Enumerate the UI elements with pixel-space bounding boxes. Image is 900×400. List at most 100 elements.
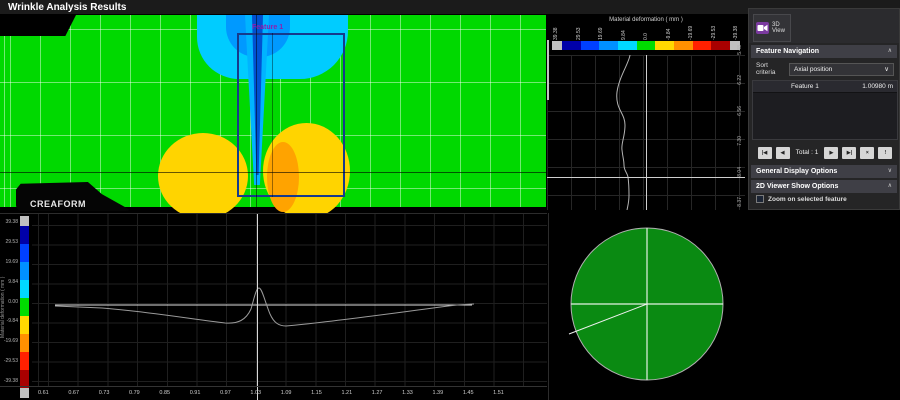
colorbar-segment	[618, 41, 637, 50]
scale-tick: 0.0	[644, 24, 648, 40]
chevron-up-icon[interactable]: ∧	[888, 45, 892, 58]
scale-ticks-horizontal: 39.3829.5319.699.840.0-9.84-19.69-29.53-…	[554, 24, 738, 40]
axial-profile-curve	[32, 214, 547, 386]
sort-criteria-select[interactable]: Axial position ∨	[789, 63, 894, 76]
scale-tick: -19.69	[689, 24, 693, 40]
axial-profile-panel[interactable]: Material deformation ( mm ) 39.3829.5319…	[0, 213, 547, 400]
tab-3d-view-label: 3D View	[772, 22, 785, 34]
nav-button[interactable]: !	[878, 147, 892, 159]
scale-tick: -39.38	[734, 24, 738, 40]
colorbar-segment	[20, 352, 29, 370]
oclock-tick: 8.04	[737, 167, 743, 177]
section-title: 2D Viewer Show Options	[756, 180, 838, 193]
chevron-up-icon[interactable]: ∧	[888, 180, 892, 193]
x-tick: 1.21	[341, 390, 352, 396]
tab-3d-view[interactable]: 3D View	[753, 14, 791, 42]
x-tick: 0.91	[190, 390, 201, 396]
axial-plot-area[interactable]	[32, 214, 547, 386]
scrollbar-thumb[interactable]	[547, 40, 549, 100]
nav-button[interactable]: ▶|	[842, 147, 856, 159]
colorbar-segment	[655, 41, 674, 50]
chevron-down-icon[interactable]: ∨	[888, 165, 892, 178]
camera-3d-icon	[756, 22, 769, 34]
colorbar-segment	[20, 280, 29, 298]
scanner-watermark: CREAFORM	[16, 182, 132, 211]
negative-lobe-left	[158, 133, 248, 219]
deformation-map-panel[interactable]: Feature 1 CREAFORM	[0, 15, 546, 211]
x-tick: 1.45	[463, 390, 474, 396]
x-tick: 1.51	[493, 390, 504, 396]
scale-tick: 29.53	[5, 240, 18, 245]
colorbar-segment	[20, 244, 29, 262]
section-general-display-options[interactable]: General Display Options ∨	[751, 165, 897, 178]
nav-button[interactable]: |◀	[758, 147, 772, 159]
oclock-axis: 5.486.226.567.308.048.37	[735, 45, 745, 207]
scale-tick: 9.84	[8, 280, 18, 285]
scale-tick: -29.53	[712, 24, 716, 40]
nav-button[interactable]: ×	[860, 147, 874, 159]
feature-list-row[interactable]: Feature 1 1.00980 m	[753, 81, 897, 93]
deformation-colorbar-vertical	[20, 216, 29, 398]
deformation-colorbar-horizontal	[552, 41, 740, 50]
scale-tick: -29.53	[4, 359, 18, 364]
zero-deformation-line	[646, 55, 647, 210]
circumferential-cursor-line[interactable]	[0, 172, 546, 173]
zoom-on-feature-label: Zoom on selected feature	[768, 196, 847, 203]
x-tick: 1.15	[311, 390, 322, 396]
x-tick: 0.85	[159, 390, 170, 396]
x-axis-ticks: 0.610.670.730.790.850.910.971.031.091.15…	[38, 390, 504, 396]
chevron-down-icon: ∨	[884, 64, 889, 75]
scale-tick: -19.69	[4, 339, 18, 344]
view-tabstrip: 3D View	[749, 9, 899, 43]
x-tick: 1.27	[372, 390, 383, 396]
circumferential-profile-panel[interactable]: Material deformation ( mm ) 39.38 29.53 19…	[547, 15, 745, 210]
colorbar-segment	[20, 298, 29, 316]
colorbar-segment	[20, 262, 29, 280]
colorbar-segment	[637, 41, 656, 50]
x-tick: 0.67	[68, 390, 79, 396]
feature-nav-buttons: |◀◀ Total : 1 ▶▶|×!	[755, 146, 895, 159]
cross-section-view	[549, 213, 900, 400]
feature-label[interactable]: Feature 1	[252, 24, 283, 31]
colorbar-segment	[20, 316, 29, 334]
measurement-line	[272, 33, 273, 197]
colorbar-segment	[693, 41, 712, 50]
sort-criteria-label: Sort criteria	[756, 62, 776, 76]
nav-button[interactable]: ◀	[776, 147, 790, 159]
section-2d-viewer-show-options[interactable]: 2D Viewer Show Options ∧	[751, 180, 897, 193]
zoom-on-feature-option[interactable]: Zoom on selected feature	[756, 195, 847, 203]
x-tick: 1.09	[281, 390, 292, 396]
colorbar-segment	[562, 41, 581, 50]
scale-tick: 39.38	[554, 24, 558, 40]
oclock-tick: 6.56	[737, 106, 743, 116]
cross-section-panel[interactable]	[548, 213, 900, 400]
feature-name: Feature 1	[791, 83, 862, 90]
scale-tick: 19.69	[599, 24, 603, 40]
sort-criteria-value: Axial position	[794, 64, 832, 75]
control-panel: 3D View Feature Navigation ∧ Sort criter…	[748, 8, 900, 210]
colorbar-segment	[552, 41, 562, 50]
scale-tick: 0.00	[8, 300, 18, 305]
scale-tick: 29.53	[577, 24, 581, 40]
axial-cursor-line[interactable]	[257, 214, 258, 400]
scale-tick: -9.84	[7, 319, 18, 324]
section-feature-navigation[interactable]: Feature Navigation ∧	[751, 45, 897, 58]
feature-list[interactable]: Feature 1 1.00980 m	[752, 80, 898, 140]
colorbar-segment	[599, 41, 618, 50]
zoom-on-feature-checkbox[interactable]	[756, 195, 764, 203]
x-tick: 0.61	[38, 390, 49, 396]
colorbar-segment	[20, 334, 29, 352]
x-tick: 0.73	[99, 390, 110, 396]
scale-tick: 19.69	[5, 260, 18, 265]
scale-title: Material deformation ( mm )	[547, 17, 745, 23]
oclock-tick: 7.30	[737, 136, 743, 146]
colorbar-segment	[20, 216, 29, 226]
axial-cursor-line[interactable]	[256, 15, 257, 207]
selected-position-line[interactable]	[547, 177, 745, 178]
scale-tick: 9.84	[622, 24, 626, 40]
deformation-map-surface[interactable]: Feature 1 CREAFORM	[0, 15, 546, 207]
x-tick: 0.97	[220, 390, 231, 396]
nav-button[interactable]: ▶	[824, 147, 838, 159]
x-tick: 1.03	[250, 390, 261, 396]
colorbar-segment	[20, 226, 29, 244]
